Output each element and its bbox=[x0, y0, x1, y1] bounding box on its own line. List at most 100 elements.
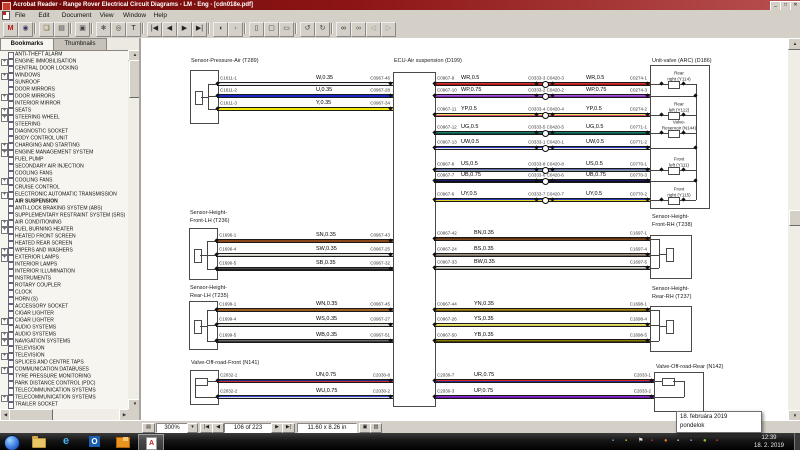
sidebar-item-instruments[interactable]: INSTRUMENTS bbox=[15, 276, 128, 281]
sidebar-item-engine-management-system[interactable]: ENGINE MANAGEMENT SYSTEM bbox=[15, 150, 128, 155]
sidebar-item-cooling-fans[interactable]: COOLING FANS bbox=[15, 178, 128, 183]
expand-box-icon[interactable]: + bbox=[1, 59, 8, 66]
sidebar-item-audio-systems[interactable]: AUDIO SYSTEMS bbox=[15, 325, 128, 330]
taskbar-reader-icon[interactable]: A bbox=[138, 434, 164, 450]
tray-app2-icon[interactable]: ▪ bbox=[625, 438, 627, 445]
sidebar-item-supplementary-restraint-system-srs-[interactable]: SUPPLEMENTARY RESTRAINT SYSTEM (SRS) bbox=[15, 213, 128, 218]
sidebar-item-door-mirrors[interactable]: DOOR MIRRORS bbox=[15, 87, 128, 92]
tray-app1-icon[interactable]: ▪ bbox=[612, 438, 614, 445]
rotate-right-icon[interactable]: ↻ bbox=[315, 22, 330, 37]
sidebar-item-splices-and-centre-taps[interactable]: SPLICES AND CENTRE TAPS bbox=[15, 360, 128, 365]
sidebar-item-steering-wheel[interactable]: STEERING WHEEL bbox=[15, 115, 128, 120]
expand-box-icon[interactable]: + bbox=[1, 94, 8, 101]
doc-vscroll-thumb[interactable] bbox=[789, 210, 800, 226]
sidebar-item-television[interactable]: TELEVISION bbox=[15, 353, 128, 358]
sidebar-item-door-mirrors[interactable]: DOOR MIRRORS bbox=[15, 94, 128, 99]
tray-network-icon[interactable]: ▪ bbox=[690, 438, 692, 445]
find-next-icon[interactable]: ▷ bbox=[381, 22, 396, 37]
expand-box-icon[interactable]: + bbox=[1, 192, 8, 199]
taskbar-explorer-icon[interactable] bbox=[26, 434, 50, 449]
sidebar-item-sunroof[interactable]: SUNROOF bbox=[15, 80, 128, 85]
sidebar-item-clock[interactable]: CLOCK bbox=[15, 290, 128, 295]
find-prev-icon[interactable]: ◁ bbox=[366, 22, 381, 37]
expand-box-icon[interactable]: + bbox=[1, 73, 8, 80]
menu-edit[interactable]: Edit bbox=[35, 12, 52, 19]
last-page-icon[interactable]: ▶| bbox=[282, 423, 295, 433]
expand-box-icon[interactable]: + bbox=[1, 248, 8, 255]
tray-flag-icon[interactable]: ⚑ bbox=[638, 438, 643, 445]
find-icon[interactable]: ∞ bbox=[336, 22, 351, 37]
adobe-logo-icon[interactable]: M bbox=[3, 22, 18, 37]
title-bar[interactable]: Acrobat Reader - Range Rover Electrical … bbox=[0, 0, 800, 10]
sidebar-item-cooling-fans[interactable]: COOLING FANS bbox=[15, 171, 128, 176]
last-page-icon[interactable]: ▶| bbox=[192, 22, 207, 37]
sidebar-item-engine-immobilisation[interactable]: ENGINE IMMOBILISATION bbox=[15, 59, 128, 64]
sidebar-item-exterior-lamps[interactable]: EXTERIOR LAMPS bbox=[15, 255, 128, 260]
taskbar-ie-icon[interactable]: e bbox=[54, 434, 78, 449]
sidebar-item-park-distance-control-pdc-[interactable]: PARK DISTANCE CONTROL (PDC) bbox=[15, 381, 128, 386]
show-desktop-button[interactable] bbox=[794, 433, 800, 450]
expand-box-icon[interactable]: + bbox=[1, 318, 8, 325]
tray-pdf-icon[interactable]: ▪ bbox=[716, 438, 718, 445]
expand-box-icon[interactable]: + bbox=[1, 227, 8, 234]
expand-box-icon[interactable]: + bbox=[1, 255, 8, 262]
tray-update-icon[interactable]: ● bbox=[664, 438, 668, 445]
expand-box-icon[interactable]: + bbox=[1, 220, 8, 227]
tray-shield-icon[interactable]: ▪ bbox=[651, 438, 653, 445]
doc-vscroll-track[interactable] bbox=[788, 38, 800, 420]
tab-thumbnails[interactable]: Thumbnails bbox=[53, 38, 107, 50]
taskbar-outlook-icon[interactable]: O bbox=[82, 434, 106, 449]
sidebar-item-audio-systems[interactable]: AUDIO SYSTEMS bbox=[15, 332, 128, 337]
sidebar-item-communication-databuses[interactable]: COMMUNICATION DATABUSES bbox=[15, 367, 128, 372]
sidebar-item-electronic-automatic-transmission[interactable]: ELECTRONIC AUTOMATIC TRANSMISSION bbox=[15, 192, 128, 197]
sidebar-item-charging-and-starting[interactable]: CHARGING AND STARTING bbox=[15, 143, 128, 148]
search-icon[interactable]: ∞ bbox=[351, 22, 366, 37]
next-page-icon[interactable]: ▶ bbox=[177, 22, 192, 37]
actual-size-icon[interactable]: ▯ bbox=[249, 22, 264, 37]
sidebar-item-anti-theft-alarm[interactable]: ANTI-THEFT ALARM bbox=[15, 52, 128, 57]
sidebar-item-anti-lock-braking-system-abs-[interactable]: ANTI-LOCK BRAKING SYSTEM (ABS) bbox=[15, 206, 128, 211]
menu-help[interactable]: Help bbox=[151, 12, 170, 19]
expand-box-icon[interactable]: + bbox=[1, 395, 8, 402]
layout-continuous-icon[interactable]: ▥ bbox=[370, 423, 382, 433]
prev-view-icon[interactable]: ◖ bbox=[213, 22, 228, 37]
sidebar-item-interior-mirror[interactable]: INTERIOR MIRROR bbox=[15, 101, 128, 106]
expand-box-icon[interactable]: + bbox=[1, 178, 8, 185]
sidebar-item-diagnostic-socket[interactable]: DIAGNOSTIC SOCKET bbox=[15, 129, 128, 134]
fit-page-icon[interactable]: ▢ bbox=[264, 22, 279, 37]
menu-view[interactable]: View bbox=[97, 12, 117, 19]
menu-window[interactable]: Window bbox=[120, 12, 149, 19]
sidebar-item-heated-front-screen[interactable]: HEATED FRONT SCREEN bbox=[15, 234, 128, 239]
page-view-icon[interactable]: ▤ bbox=[142, 423, 155, 433]
expand-box-icon[interactable]: + bbox=[1, 150, 8, 157]
expand-box-icon[interactable]: + bbox=[1, 339, 8, 346]
first-page-icon[interactable]: |◀ bbox=[147, 22, 162, 37]
scroll-up-icon[interactable]: ▲ bbox=[788, 38, 800, 50]
fit-width-icon[interactable]: ▭ bbox=[279, 22, 294, 37]
next-view-icon[interactable]: ◗ bbox=[228, 22, 243, 37]
tab-bookmarks[interactable]: Bookmarks bbox=[0, 38, 54, 50]
sidebar-item-accessory-socket[interactable]: ACCESSORY SOCKET bbox=[15, 304, 128, 309]
text-select-tool-icon[interactable]: T bbox=[126, 22, 141, 37]
sidebar-item-television[interactable]: TELEVISION bbox=[15, 346, 128, 351]
sidebar-item-interior-lamps[interactable]: INTERIOR LAMPS bbox=[15, 262, 128, 267]
sidebar-item-fuel-burning-heater[interactable]: FUEL BURNING HEATER bbox=[15, 227, 128, 232]
sidebar-item-cruise-control[interactable]: CRUISE CONTROL bbox=[15, 185, 128, 190]
taskbar-app-icon[interactable] bbox=[110, 434, 134, 449]
zoom-tool-icon[interactable]: ◎ bbox=[111, 22, 126, 37]
start-button[interactable] bbox=[4, 435, 20, 450]
tray-date[interactable]: 18. 2. 2019 bbox=[746, 442, 792, 450]
pdf-document-icon[interactable] bbox=[2, 11, 10, 20]
expand-box-icon[interactable]: + bbox=[1, 353, 8, 360]
sidebar-item-seats[interactable]: SEATS bbox=[15, 108, 128, 113]
sidebar-item-body-control-unit[interactable]: BODY CONTROL UNIT bbox=[15, 136, 128, 141]
tray-audio-icon[interactable]: ▪ bbox=[677, 438, 679, 445]
sidebar-item-wipers-and-washers[interactable]: WIPERS AND WASHERS bbox=[15, 248, 128, 253]
rotate-left-icon[interactable]: ↺ bbox=[300, 22, 315, 37]
sidebar-item-cigar-lighter[interactable]: CIGAR LIGHTER bbox=[15, 311, 128, 316]
expand-box-icon[interactable]: + bbox=[1, 115, 8, 122]
sidebar-item-steering[interactable]: STEERING bbox=[15, 122, 128, 127]
menu-file[interactable]: File bbox=[12, 12, 28, 19]
sidebar-item-windows[interactable]: WINDOWS bbox=[15, 73, 128, 78]
sidebar-item-navigation-systems[interactable]: NAVIGATION SYSTEMS bbox=[15, 339, 128, 344]
